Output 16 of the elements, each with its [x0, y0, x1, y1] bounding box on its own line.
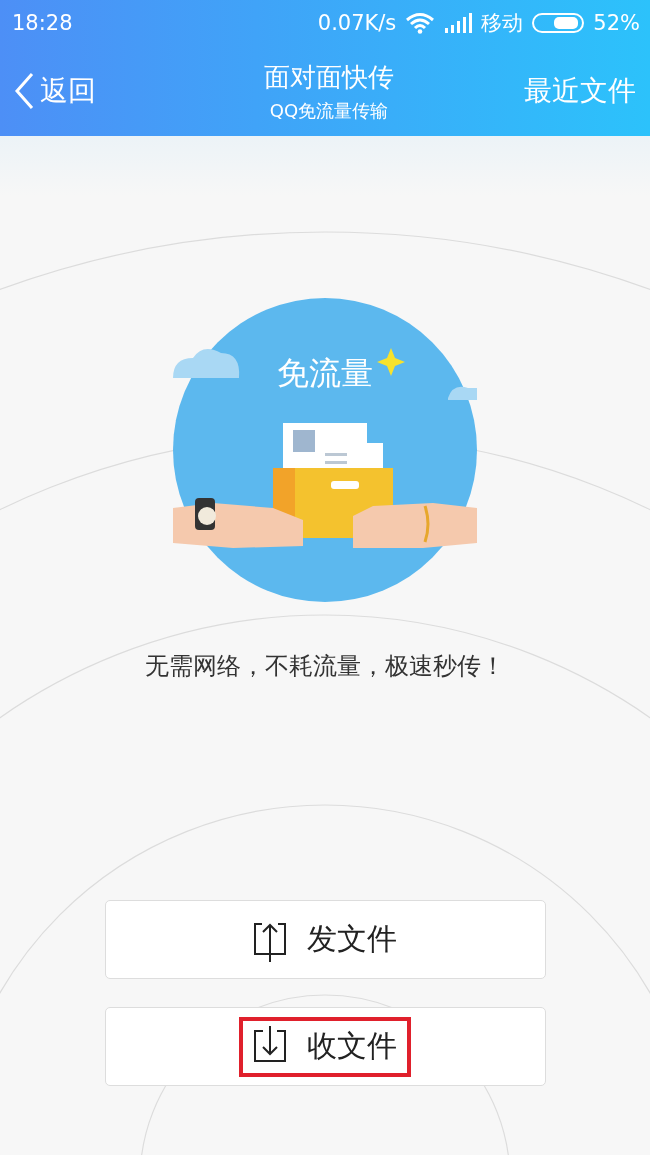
button-label: 发文件 — [307, 920, 397, 958]
status-time: 18:28 — [12, 11, 73, 35]
wifi-icon — [405, 12, 436, 34]
illustration-caption: 免流量 — [276, 353, 374, 394]
back-chevron-icon — [14, 72, 34, 110]
send-file-button[interactable]: 发文件 — [104, 900, 546, 979]
signal-icon — [444, 13, 473, 33]
battery-icon — [532, 13, 585, 33]
network-speed: 0.07K/s — [317, 11, 397, 35]
button-label: 收文件 — [307, 1027, 397, 1065]
receive-file-button[interactable]: 收文件 — [104, 1007, 546, 1086]
tagline: 无需网络，不耗流量，极速秒传！ — [145, 651, 505, 682]
page-title: 面对面快传 — [264, 60, 394, 94]
carrier-name: 移动 — [481, 10, 524, 37]
page-subtitle: QQ免流量传输 — [269, 98, 389, 123]
battery-percent: 52% — [593, 11, 640, 35]
